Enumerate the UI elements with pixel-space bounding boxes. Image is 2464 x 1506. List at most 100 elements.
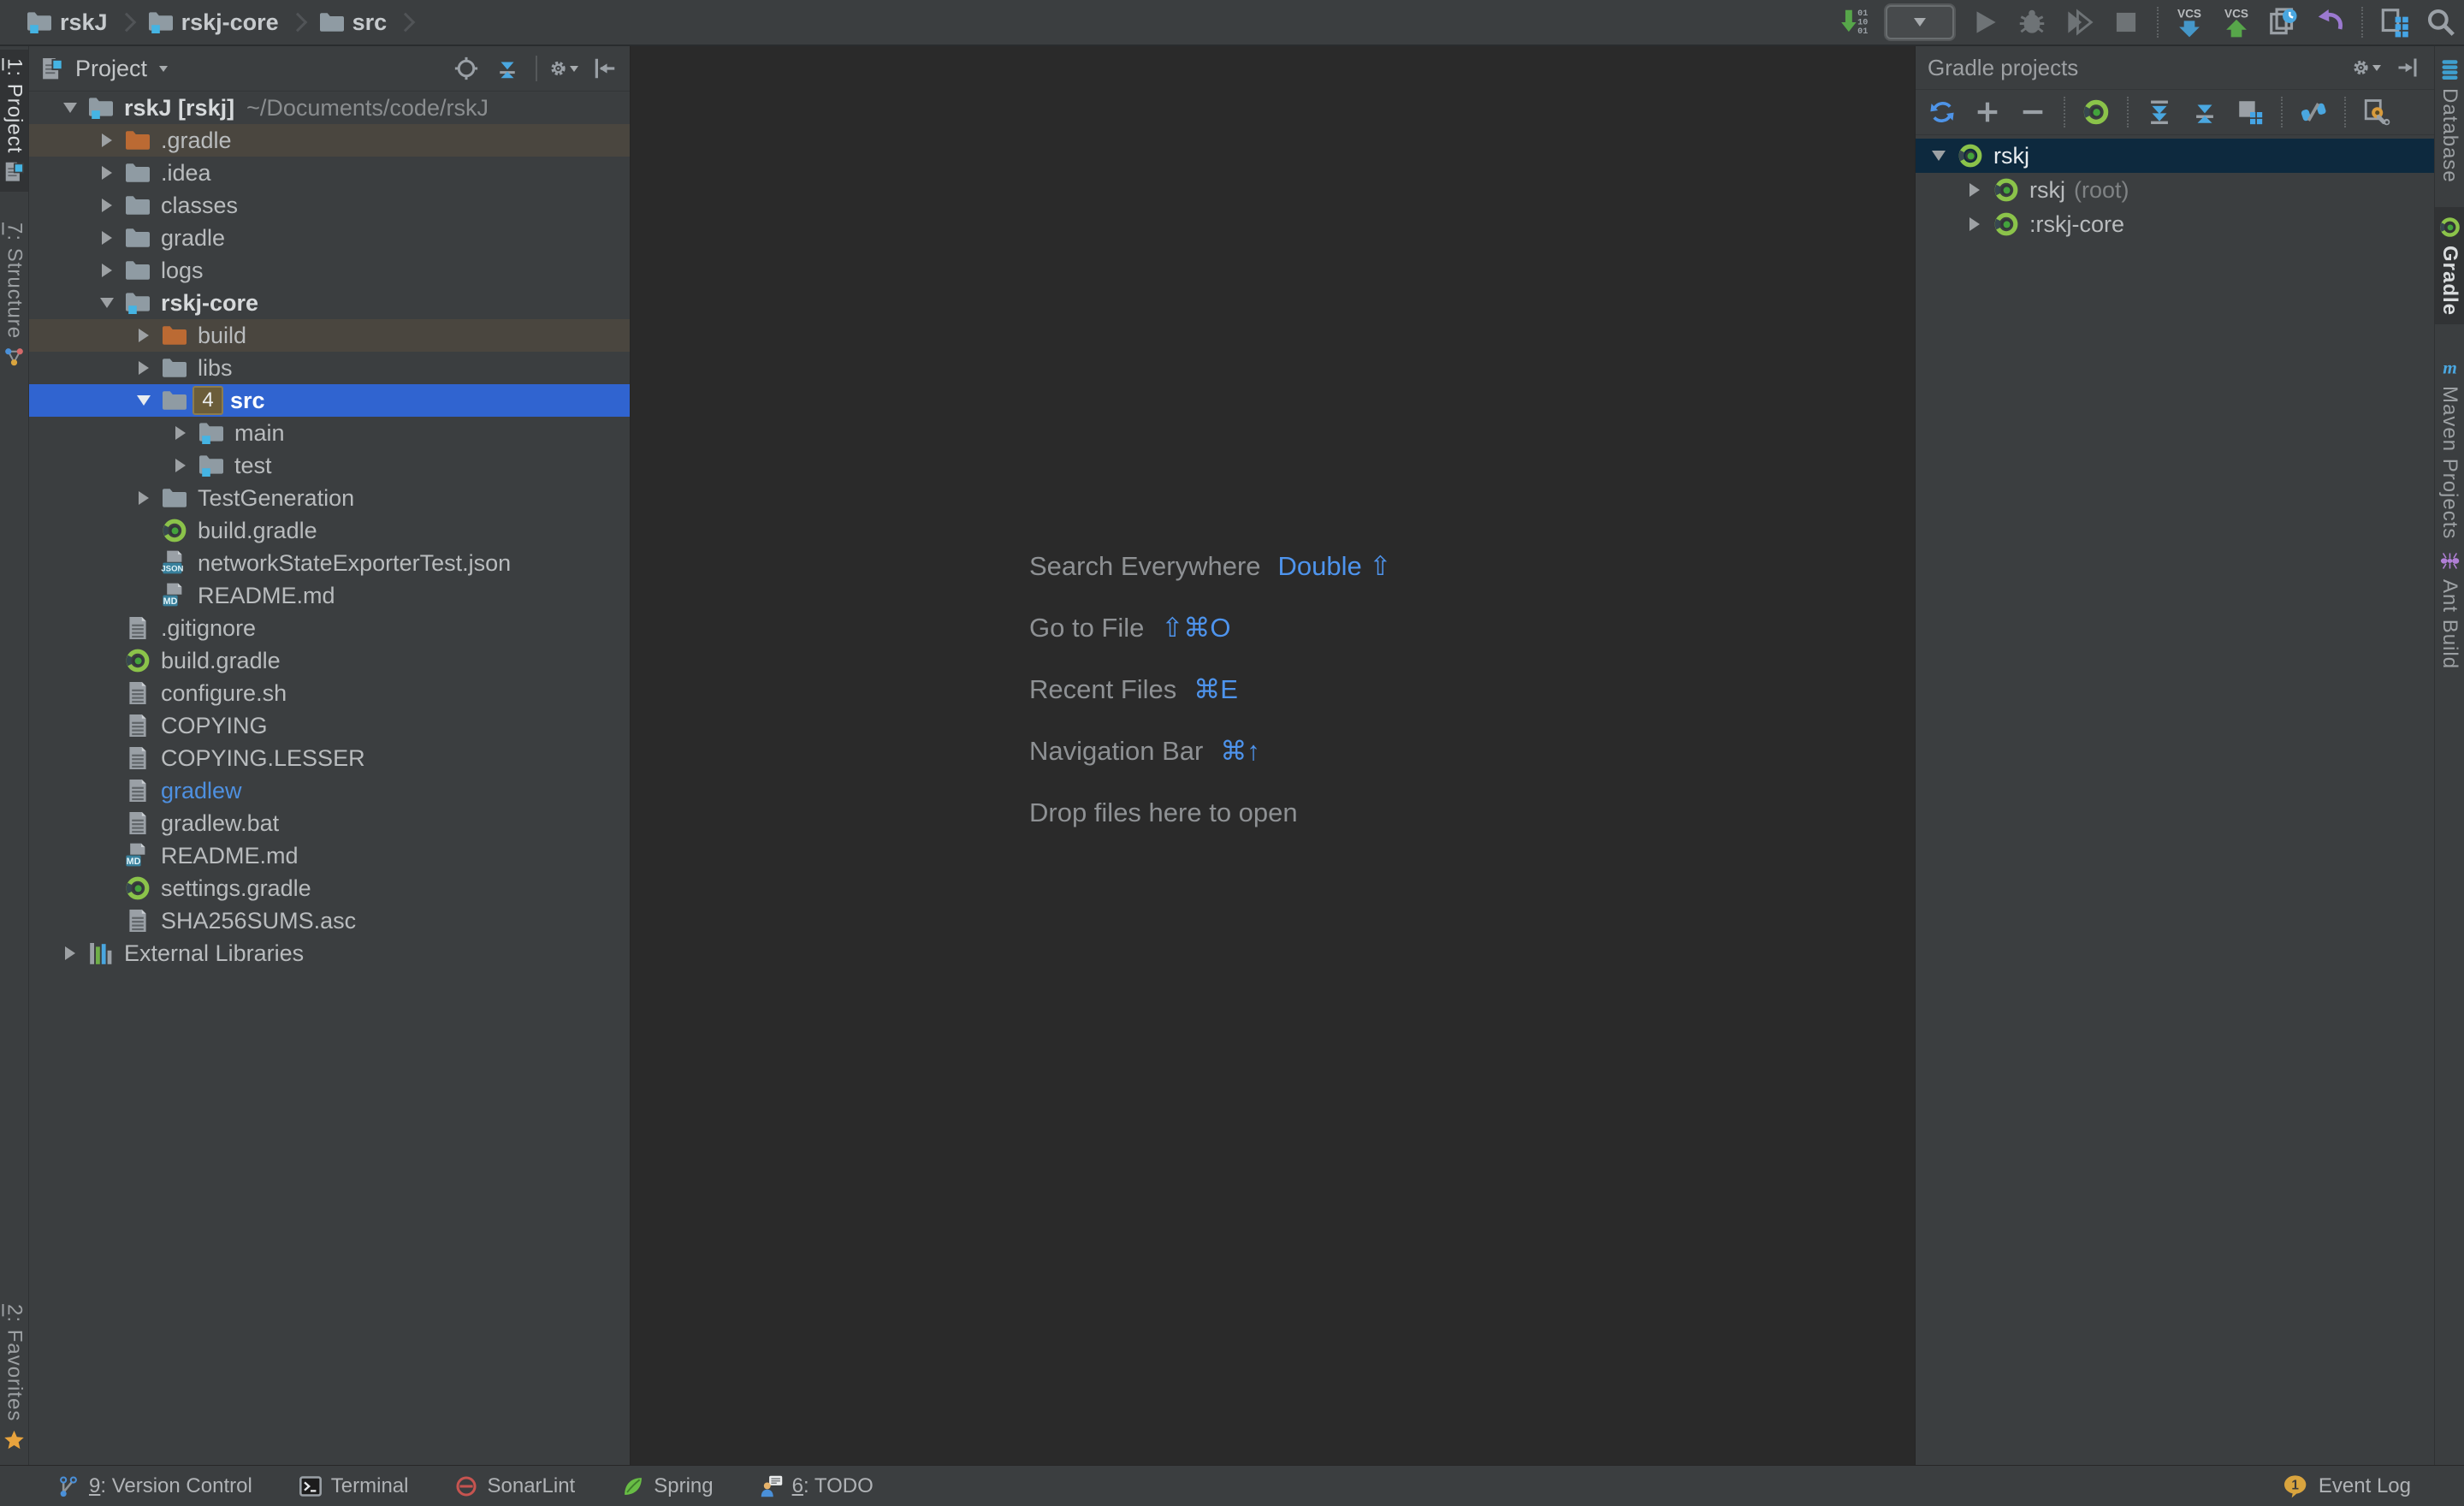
- chevron-right-icon[interactable]: [90, 231, 124, 245]
- chevron-right-icon[interactable]: [127, 491, 161, 505]
- chevron-right-icon[interactable]: [90, 133, 124, 147]
- breadcrumb-item-src[interactable]: src: [318, 9, 388, 36]
- chevron-down-icon[interactable]: [159, 66, 168, 72]
- search-everywhere-icon[interactable]: [2425, 6, 2457, 39]
- tree-item-classes[interactable]: classes: [29, 189, 630, 222]
- attach-gradle-project-button[interactable]: [1973, 98, 2002, 127]
- tree-item-gradlew-bat[interactable]: gradlew.bat: [29, 807, 630, 839]
- toolwindow-button-todo[interactable]: 6: TODO: [760, 1474, 874, 1498]
- tree-item-network-state-exporter-test-json[interactable]: networkStateExporterTest.json: [29, 547, 630, 579]
- chevron-right-icon[interactable]: [1957, 183, 1993, 197]
- chevron-down-icon[interactable]: [1921, 151, 1957, 161]
- breadcrumb-item-rskj[interactable]: rskJ: [26, 9, 108, 36]
- toolwindow-button-spring[interactable]: Spring: [621, 1474, 713, 1498]
- tree-item-logs[interactable]: logs: [29, 254, 630, 287]
- run-configuration-select[interactable]: [1886, 5, 1954, 39]
- toolwindow-button-terminal[interactable]: Terminal: [299, 1474, 409, 1498]
- toolwindow-tab-favorites[interactable]: 2: Favorites: [0, 1296, 28, 1460]
- gradle-settings-button[interactable]: [2362, 98, 2391, 127]
- rollback-button[interactable]: [2314, 6, 2347, 39]
- tree-item-test[interactable]: test: [29, 449, 630, 482]
- tree-item-copying[interactable]: COPYING: [29, 709, 630, 742]
- chevron-down-icon[interactable]: [90, 298, 124, 308]
- project-structure-button[interactable]: [2378, 6, 2410, 39]
- run-with-coverage-button[interactable]: [2063, 6, 2095, 39]
- tree-item-rskj-core[interactable]: rskj-core: [29, 287, 630, 319]
- tree-item-src[interactable]: 4 src: [29, 384, 630, 417]
- gradle-tree-item-rskj-root[interactable]: rskj (root): [1916, 173, 2434, 207]
- refresh-gradle-button[interactable]: [1928, 98, 1957, 127]
- project-view-selector[interactable]: Project: [75, 56, 147, 82]
- chevron-right-icon[interactable]: [1957, 217, 1993, 231]
- debug-button[interactable]: [2016, 6, 2048, 39]
- checkout-from-vcs-icon[interactable]: 01 10 01: [1839, 6, 1871, 39]
- toolwindow-tab-ant-build[interactable]: Ant Build: [2435, 541, 2464, 678]
- group-modules-button[interactable]: [2236, 98, 2265, 127]
- tree-item-build-gradle[interactable]: build.gradle: [29, 644, 630, 677]
- toolwindow-tab-structure[interactable]: 7: Structure: [0, 214, 28, 377]
- tree-item-rskj-root[interactable]: rskJ [rskj] ~/Documents/code/rskJ: [29, 92, 630, 124]
- tree-item-gradle[interactable]: gradle: [29, 222, 630, 254]
- tree-item-external-libraries[interactable]: External Libraries: [29, 937, 630, 969]
- tree-item-testgeneration[interactable]: TestGeneration: [29, 482, 630, 514]
- chevron-down-icon[interactable]: [53, 103, 87, 113]
- toolwindow-tab-database[interactable]: Database: [2435, 50, 2464, 192]
- tree-item-gradlew[interactable]: gradlew: [29, 774, 630, 807]
- tree-item-sha256sums-asc[interactable]: SHA256SUMS.asc: [29, 904, 630, 937]
- gradle-tree-item-rskj-core[interactable]: :rskj-core: [1916, 207, 2434, 241]
- scroll-to-source-button[interactable]: [452, 54, 481, 83]
- text-file-icon: [124, 907, 151, 934]
- toolwindow-tab-maven-projects[interactable]: m Maven Projects: [2435, 347, 2464, 548]
- toolwindow-tab-gradle[interactable]: Gradle: [2435, 207, 2464, 324]
- run-button[interactable]: [1969, 6, 2001, 39]
- chevron-right-icon[interactable]: [163, 426, 198, 440]
- chevron-right-icon[interactable]: [127, 361, 161, 375]
- tree-item-configure-sh[interactable]: configure.sh: [29, 677, 630, 709]
- chevron-right-icon[interactable]: [53, 946, 87, 960]
- source-root-folder-icon: [198, 419, 225, 447]
- tree-item-main[interactable]: main: [29, 417, 630, 449]
- vcs-commit-push-button[interactable]: VCS: [2220, 6, 2253, 39]
- local-history-button[interactable]: [2267, 6, 2300, 39]
- tree-item-libs[interactable]: libs: [29, 352, 630, 384]
- chevron-right-icon[interactable]: [90, 264, 124, 277]
- tree-item-dot-gradle[interactable]: .gradle: [29, 124, 630, 157]
- collapse-all-button[interactable]: [493, 54, 522, 83]
- toolwindow-button-sonarlint[interactable]: SonarLint: [454, 1474, 575, 1498]
- chevron-right-icon[interactable]: [90, 199, 124, 212]
- tree-item-copying-lesser[interactable]: COPYING.LESSER: [29, 742, 630, 774]
- hide-panel-button[interactable]: [590, 54, 619, 83]
- toolwindow-button-version-control[interactable]: 9: Version Control: [56, 1474, 252, 1498]
- tree-item-settings-gradle[interactable]: settings.gradle: [29, 872, 630, 904]
- breadcrumb-item-rskj-core[interactable]: rskj-core: [147, 9, 279, 36]
- event-log-button[interactable]: 1 Event Log: [2283, 1473, 2411, 1499]
- vcs-update-project-button[interactable]: VCS: [2173, 6, 2206, 39]
- chevron-right-icon[interactable]: [90, 166, 124, 180]
- panel-settings-button[interactable]: [2352, 53, 2381, 82]
- detach-gradle-project-button[interactable]: [2018, 98, 2047, 127]
- chevron-down-icon[interactable]: [127, 395, 161, 406]
- text-file-icon: [124, 744, 151, 772]
- gear-icon: [2352, 56, 2370, 80]
- expand-all-button[interactable]: [2145, 98, 2174, 127]
- tree-item-gitignore[interactable]: .gitignore: [29, 612, 630, 644]
- toggle-offline-mode-button[interactable]: [2299, 98, 2328, 127]
- hide-panel-button[interactable]: [2393, 53, 2422, 82]
- tree-item-build[interactable]: build: [29, 319, 630, 352]
- event-log-balloon-icon: 1: [2283, 1473, 2310, 1499]
- chevron-right-icon[interactable]: [163, 459, 198, 472]
- gradle-tree-item-rskj[interactable]: rskj: [1916, 139, 2434, 173]
- tree-item-dot-idea[interactable]: .idea: [29, 157, 630, 189]
- chevron-right-icon[interactable]: [127, 329, 161, 342]
- run-gradle-task-button[interactable]: [2082, 98, 2111, 127]
- folder-icon: [124, 224, 151, 252]
- toolwindow-tab-project[interactable]: 1: Project: [0, 50, 28, 192]
- stop-button[interactable]: [2110, 6, 2142, 39]
- tree-item-build-gradle-core[interactable]: build.gradle: [29, 514, 630, 547]
- tree-item-readme-md-core[interactable]: README.md: [29, 579, 630, 612]
- panel-settings-button[interactable]: [549, 54, 578, 83]
- collapse-all-button[interactable]: [2190, 98, 2219, 127]
- breadcrumb-label: src: [352, 9, 388, 36]
- hide-right-icon: [2396, 56, 2420, 80]
- tree-item-readme-md[interactable]: README.md: [29, 839, 630, 872]
